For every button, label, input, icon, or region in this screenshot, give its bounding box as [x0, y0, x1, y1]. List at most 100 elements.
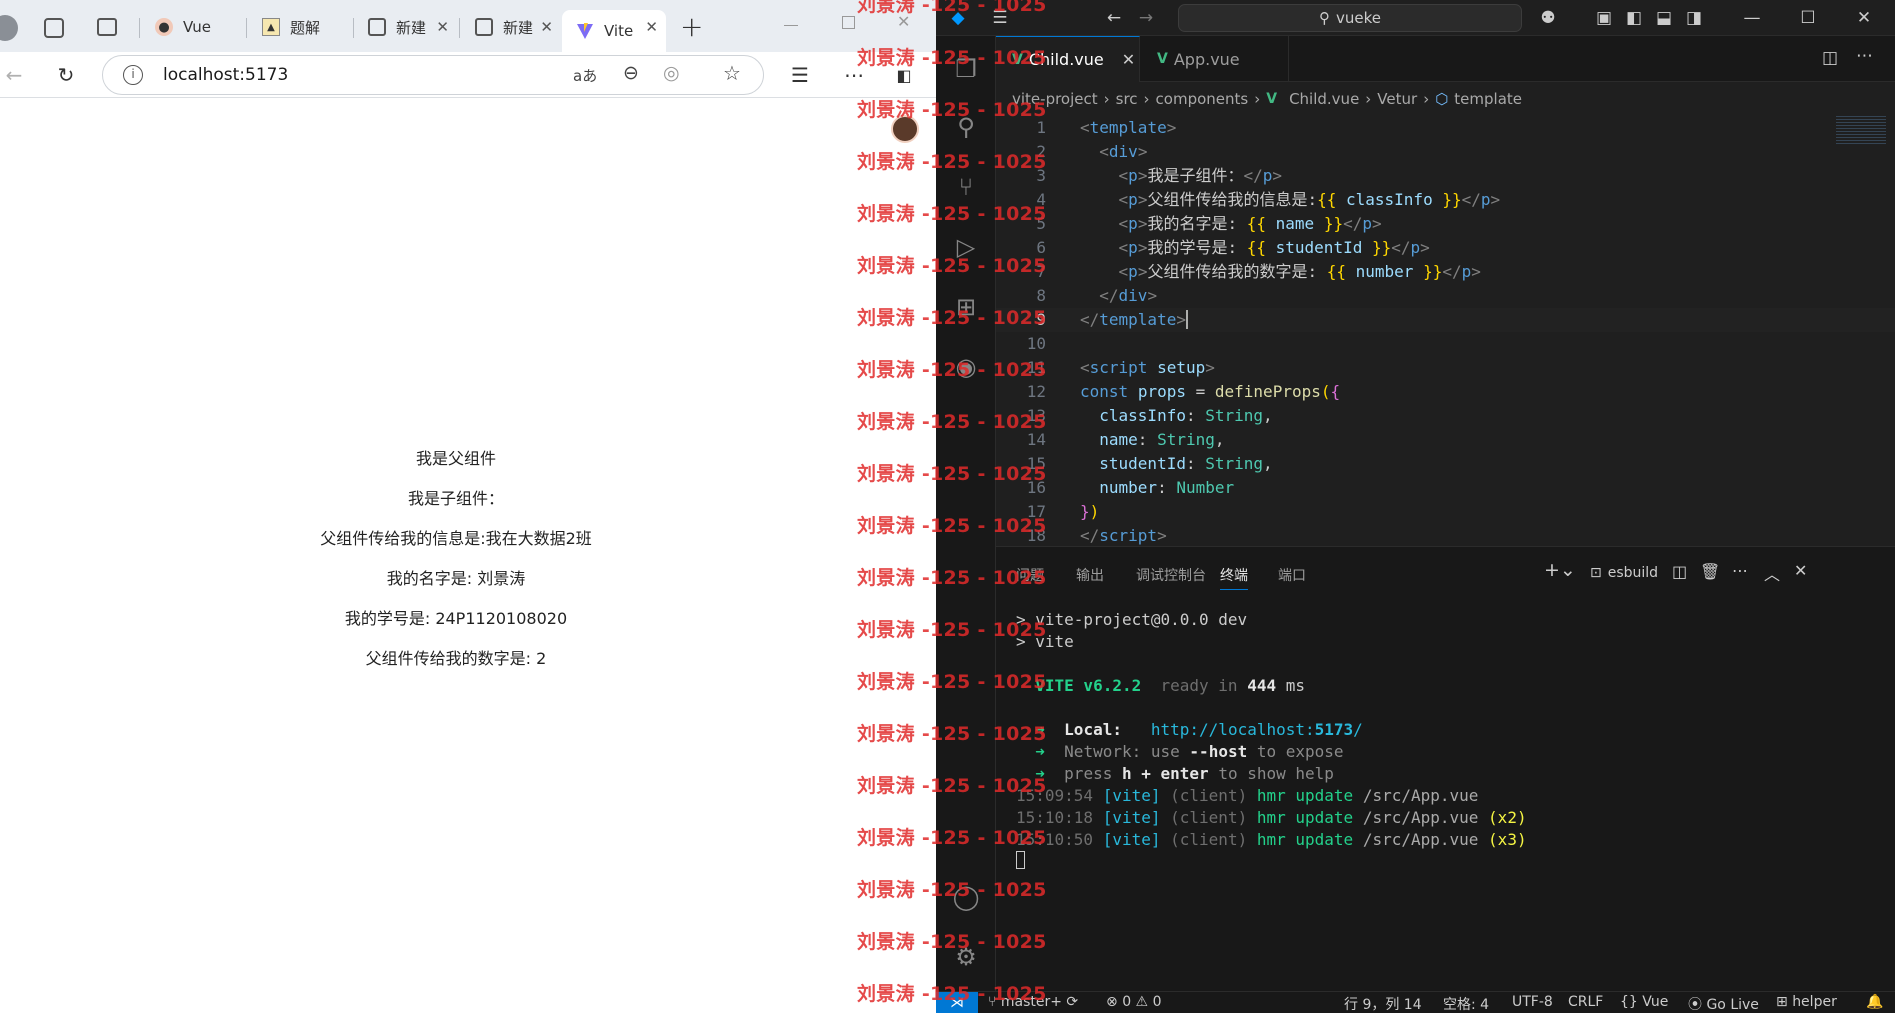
copilot-icon[interactable]: ⚉ — [1536, 6, 1560, 30]
url-text: localhost:5173 — [163, 65, 289, 85]
notifications-bell-icon[interactable]: 🔔 — [1866, 994, 1883, 1010]
tab-vite[interactable]: Vite ✕ — [562, 10, 666, 52]
read-aloud-icon[interactable]: aあ — [573, 65, 597, 86]
address-bar[interactable]: i localhost:5173 aあ ⊖ ◎ ☆ — [102, 55, 764, 95]
nav-back-icon[interactable]: ← — [1102, 6, 1126, 30]
panel-tab-ports[interactable]: 端口 — [1278, 565, 1306, 585]
watermark: 刘景涛 -125 - 1025 — [857, 463, 1047, 485]
tab-tijie[interactable]: ▲ 题解 — [248, 10, 351, 44]
favorite-star-icon[interactable]: ☆ — [723, 61, 741, 85]
close-window-icon[interactable]: ✕ — [1852, 6, 1876, 30]
browser-window: ● Vue ▲ 题解 新建 ✕ 新建 ✕ Vite ✕ + ✕ ← ↻ i lo… — [0, 0, 936, 1013]
terminal-instance[interactable]: ⊡ esbuild — [1590, 565, 1658, 581]
cursor-position[interactable]: 行 9，列 14 — [1344, 994, 1422, 1013]
toggle-panel-icon[interactable]: ⬓ — [1652, 6, 1676, 30]
refresh-icon[interactable]: ↻ — [52, 61, 80, 89]
command-center-search[interactable]: ⚲ vueke — [1178, 4, 1522, 32]
back-icon[interactable]: ← — [0, 61, 28, 89]
panel-tab-terminal[interactable]: 终端 — [1220, 565, 1248, 590]
watermark: 刘景涛 -125 - 1025 — [857, 931, 1047, 953]
crumb-vetur[interactable]: Vetur — [1377, 90, 1417, 108]
parent-heading: 我是父组件 — [415, 449, 496, 468]
collections-icon[interactable] — [44, 18, 64, 38]
terminal-output[interactable]: > vite-project@0.0.0 dev > vite VITE v6.2… — [1016, 609, 1886, 875]
child-number: 父组件传给我的数字是: 2 — [365, 649, 547, 668]
toggle-sidebar-icon[interactable]: ◧ — [1622, 6, 1646, 30]
language-mode[interactable]: {} Vue — [1620, 994, 1668, 1010]
close-tab-icon[interactable]: ✕ — [645, 18, 658, 36]
kill-terminal-icon[interactable]: 🗑 — [1700, 562, 1720, 581]
crumb-template[interactable]: template — [1454, 90, 1522, 108]
tab-label: 新建 — [503, 18, 534, 37]
maximize-icon[interactable]: ☐ — [1796, 6, 1820, 30]
close-tab-icon[interactable]: ✕ — [436, 18, 449, 36]
watermark: 刘景涛 -125 - 1025 — [857, 515, 1047, 537]
template-icon: ⬡ — [1435, 90, 1449, 108]
site-info-icon[interactable]: i — [123, 65, 143, 85]
child-class-info: 父组件传给我的信息是:我在大数据2班 — [320, 529, 592, 548]
close-tab-icon[interactable]: ✕ — [1122, 50, 1135, 69]
watermark: 刘景涛 -125 - 1025 — [857, 671, 1047, 693]
page-favicon — [475, 18, 493, 36]
tab-vue[interactable]: ● Vue — [141, 10, 244, 44]
tab-actions-icon[interactable] — [97, 18, 117, 36]
bottom-panel: 问题 输出 调试控制台 终端 端口 +⌄ ⊡ esbuild ◫ 🗑 ⋯ ︿ ✕ … — [996, 546, 1895, 991]
child-name: 我的名字是: 刘景涛 — [386, 569, 526, 588]
watermark: 刘景涛 -125 - 1025 — [857, 255, 1047, 277]
tab-new-1[interactable]: 新建 ✕ — [354, 10, 457, 44]
watermark: 刘景涛 -125 - 1025 — [857, 359, 1047, 381]
maximize-panel-icon[interactable]: ︿ — [1764, 561, 1780, 585]
close-tab-icon[interactable]: ✕ — [540, 18, 553, 36]
nav-forward-icon[interactable]: → — [1134, 6, 1158, 30]
new-terminal-icon[interactable]: +⌄ — [1544, 559, 1576, 581]
zoom-icon[interactable]: ⊖ — [623, 62, 639, 84]
minimap[interactable] — [1836, 116, 1886, 146]
profile-avatar-icon[interactable] — [0, 15, 18, 41]
go-live-button[interactable]: ⦿ Go Live — [1688, 994, 1759, 1013]
more-actions-icon[interactable]: ⋯ — [1856, 46, 1873, 66]
new-tab-button[interactable]: + — [680, 10, 703, 43]
line-ending[interactable]: CRLF — [1568, 994, 1603, 1010]
vue-file-icon: V — [1157, 51, 1168, 67]
crumb-components[interactable]: components — [1156, 90, 1249, 108]
editor-tabs: V Child.vue ✕ V App.vue ◫ ⋯ — [996, 36, 1895, 82]
watermark: 刘景涛 -125 - 1025 — [857, 775, 1047, 797]
tab-label: App.vue — [1173, 49, 1240, 69]
favorites-icon[interactable]: ☰ — [786, 61, 814, 89]
split-terminal-icon[interactable]: ◫ — [1672, 562, 1687, 581]
indentation[interactable]: 空格: 4 — [1443, 994, 1489, 1013]
more-actions-icon[interactable]: ⋯ — [1732, 561, 1748, 580]
watermark: 刘景涛 -125 - 1025 — [857, 619, 1047, 641]
split-editor-icon[interactable]: ◫ — [1822, 48, 1838, 68]
tab-new-2[interactable]: 新建 ✕ — [461, 10, 561, 44]
tab-app-vue[interactable]: V App.vue — [1141, 36, 1289, 82]
maximize-icon[interactable] — [842, 16, 855, 29]
helper-button[interactable]: ⊞ helper — [1776, 994, 1837, 1010]
crumb-file[interactable]: Child.vue — [1289, 90, 1359, 108]
tab-label: 新建 — [396, 18, 427, 37]
search-text: vueke — [1336, 9, 1381, 27]
crumb-src[interactable]: src — [1116, 90, 1138, 108]
close-panel-icon[interactable]: ✕ — [1794, 561, 1807, 580]
minimize-icon[interactable]: — — [1740, 6, 1764, 30]
watermark: 刘景涛 -125 - 1025 — [857, 47, 1047, 69]
layout-customize-icon[interactable]: ▣ — [1592, 6, 1616, 30]
minimize-icon[interactable] — [784, 25, 798, 26]
toggle-secondary-sidebar-icon[interactable]: ◨ — [1682, 6, 1706, 30]
watermark: 刘景涛 -125 - 1025 — [857, 879, 1047, 901]
search-icon: ⚲ — [1319, 9, 1330, 27]
log-line: 15:10:50 [vite] (client) hmr update /src… — [1016, 830, 1527, 849]
vite-favicon — [576, 22, 594, 40]
panel-tab-debug-console[interactable]: 调试控制台 — [1136, 565, 1206, 585]
extension-icon[interactable]: ◎ — [663, 62, 680, 84]
code-editor[interactable]: 1 <template> 2 <div> 3 <p>我是子组件：</p> 4 <p… — [996, 116, 1895, 546]
watermark: 刘景涛 -125 - 1025 — [857, 411, 1047, 433]
encoding[interactable]: UTF-8 — [1512, 994, 1553, 1010]
vscode-title-bar: ◆ ☰ ← → ⚲ vueke ⚉ ▣ ◧ ⬓ ◨ — ☐ ✕ — [936, 0, 1895, 36]
breadcrumb: vite-project › src › components › V Child.vu… — [1012, 90, 1523, 108]
problems-indicator[interactable]: ⊗ 0 ⚠ 0 — [1106, 994, 1161, 1010]
page-favicon — [368, 18, 386, 36]
watermark: 刘景涛 -125 - 1025 — [857, 307, 1047, 329]
local-url-link[interactable]: http://localhost:5173/ — [1151, 720, 1363, 739]
panel-tab-output[interactable]: 输出 — [1076, 565, 1104, 585]
